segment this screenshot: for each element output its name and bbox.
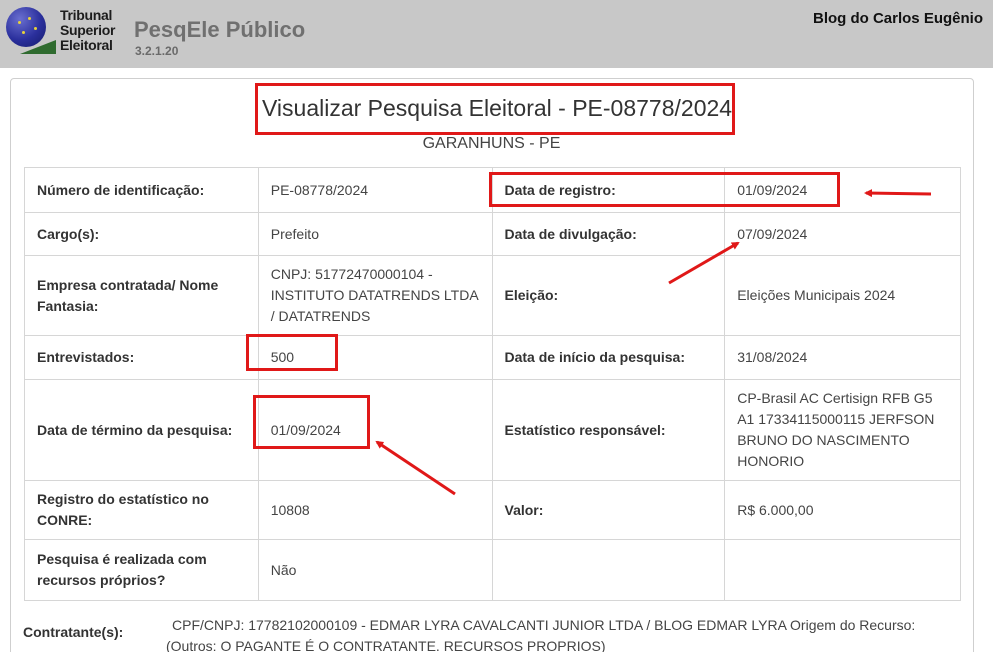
- arrow-divulgacao: [668, 241, 740, 285]
- arrow-registro: [864, 189, 932, 198]
- annotation-arrows: [375, 189, 932, 496]
- arrow-termino: [375, 440, 456, 496]
